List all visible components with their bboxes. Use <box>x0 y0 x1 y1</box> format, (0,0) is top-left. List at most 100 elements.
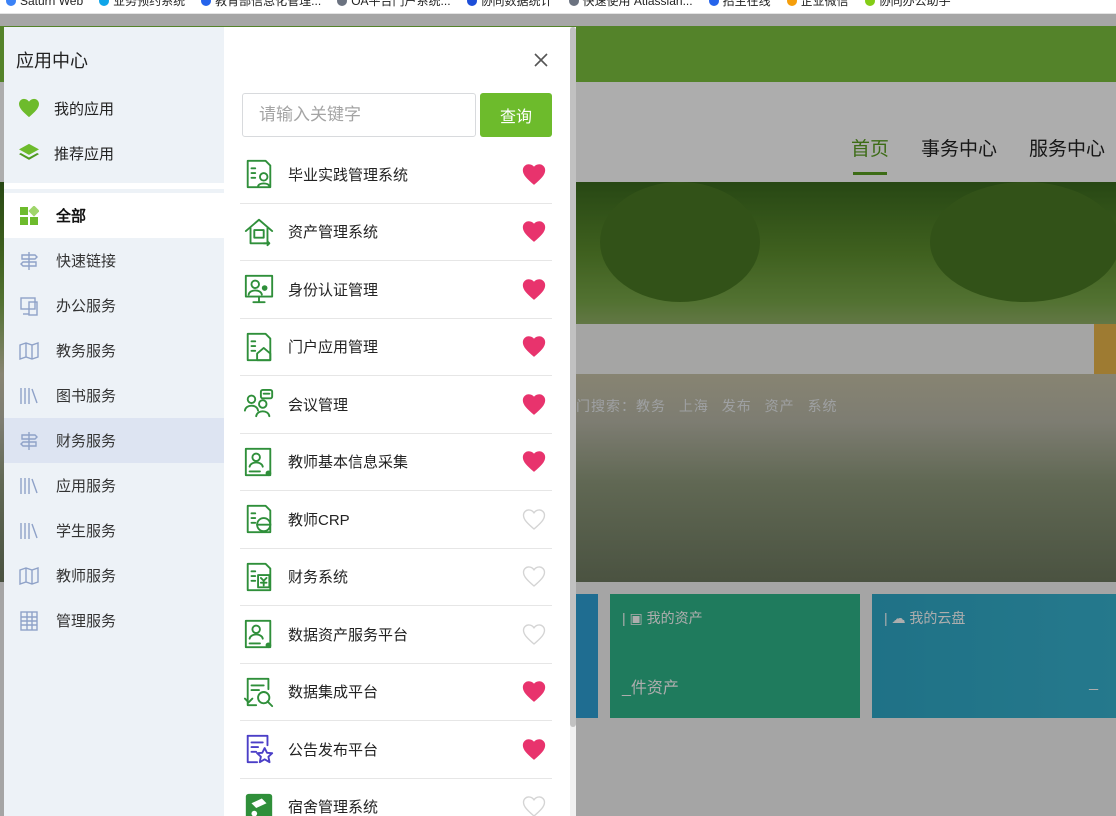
app-item[interactable]: 教师基本信息采集 <box>240 434 552 491</box>
heart-filled-icon[interactable] <box>520 736 548 762</box>
category-label: 财务服务 <box>56 433 117 450</box>
app-item[interactable]: 宿舍管理系统 <box>240 779 552 816</box>
app-item[interactable]: 门户应用管理 <box>240 319 552 376</box>
table-icon <box>18 610 40 632</box>
teacher-info-icon <box>242 445 276 479</box>
app-item[interactable]: 会议管理 <box>240 376 552 434</box>
bookmark-item[interactable]: Saturn Web <box>6 0 83 8</box>
category-label: 教务服务 <box>56 343 117 360</box>
heart-outline-icon[interactable] <box>520 506 548 532</box>
layers-icon <box>18 143 40 163</box>
www-doc-icon <box>242 502 276 536</box>
close-icon <box>533 52 549 73</box>
category-item[interactable]: 图书服务 <box>4 373 224 418</box>
bookmark-label: 协同办公助手 <box>878 0 951 8</box>
app-item[interactable]: 公告发布平台 <box>240 721 552 779</box>
books-icon <box>18 520 40 542</box>
category-item[interactable]: 财务服务 <box>4 418 224 463</box>
bookmark-item[interactable]: 快速使用 Atlassian... <box>568 0 693 9</box>
bookmark-item[interactable]: 协同数据统计 <box>466 0 553 9</box>
category-label: 快速链接 <box>56 253 117 270</box>
heart-filled-icon[interactable] <box>520 391 548 417</box>
app-name: 教师基本信息采集 <box>288 454 409 472</box>
app-name: 毕业实践管理系统 <box>288 166 409 184</box>
category-label: 教师服务 <box>56 568 117 585</box>
bookmark-item[interactable]: 业务预约系统 <box>99 0 185 9</box>
app-name: 门户应用管理 <box>288 339 379 357</box>
sidebar-item-my-apps[interactable]: 我的应用 <box>18 93 114 123</box>
app-item[interactable]: 资产管理系统 <box>240 204 552 261</box>
graduation-doc-icon <box>242 157 276 191</box>
category-item[interactable]: 全部 <box>4 193 224 238</box>
category-label: 应用服务 <box>56 478 117 495</box>
category-item[interactable]: 管理服务 <box>4 598 224 643</box>
books-icon <box>18 475 40 497</box>
category-item[interactable]: 学生服务 <box>4 508 224 553</box>
app-name: 财务系统 <box>288 569 349 587</box>
signpost-icon <box>18 250 40 272</box>
category-item[interactable]: 应用服务 <box>4 463 224 508</box>
heart-filled-icon[interactable] <box>520 334 548 360</box>
map-icon <box>18 565 40 587</box>
close-button[interactable] <box>530 51 552 73</box>
category-item[interactable]: 教师服务 <box>4 553 224 598</box>
portal-doc-icon <box>242 330 276 364</box>
heart-outline-icon[interactable] <box>520 794 548 816</box>
bookmark-item[interactable]: OA平台门户系统... <box>337 0 451 9</box>
category-list: 全部快速链接办公服务教务服务图书服务财务服务应用服务学生服务教师服务管理服务 <box>4 193 224 643</box>
grid-icon <box>18 205 40 227</box>
bookmark-label: 协同数据统计 <box>480 0 553 8</box>
category-item[interactable]: 办公服务 <box>4 283 224 328</box>
heart-outline-icon[interactable] <box>520 621 548 647</box>
heart-filled-icon[interactable] <box>520 161 548 187</box>
bookmark-item[interactable]: 企业微信 <box>786 0 849 9</box>
books-icon <box>18 385 40 407</box>
category-item[interactable]: 快速链接 <box>4 238 224 283</box>
bookmark-favicon-icon <box>786 0 797 6</box>
app-name: 数据资产服务平台 <box>288 626 409 644</box>
data-asset-icon <box>242 617 276 651</box>
search-button[interactable]: 查询 <box>480 93 552 137</box>
keyword-search-input[interactable] <box>242 93 476 137</box>
sidebar-item-label: 我的应用 <box>54 100 115 118</box>
heart-filled-icon[interactable] <box>520 449 548 475</box>
bookmark-favicon-icon <box>864 0 875 6</box>
bookmark-label: 业务预约系统 <box>113 0 186 8</box>
drawer-title: 应用中心 <box>16 51 88 71</box>
scrollbar-thumb[interactable] <box>570 27 576 727</box>
bookmark-favicon-icon <box>568 0 579 6</box>
app-item[interactable]: 数据集成平台 <box>240 664 552 721</box>
sidebar-item-label: 推荐应用 <box>54 145 115 163</box>
data-search-icon <box>242 675 276 709</box>
drawer-scrollbar[interactable] <box>570 27 576 816</box>
app-item[interactable]: 财务系统 <box>240 549 552 606</box>
heart-filled-icon[interactable] <box>520 679 548 705</box>
heart-filled-icon[interactable] <box>520 219 548 245</box>
app-name: 公告发布平台 <box>288 741 379 759</box>
app-list-panel: 查询 毕业实践管理系统资产管理系统身份认证管理门户应用管理会议管理教师基本信息采… <box>224 27 570 816</box>
heart-icon <box>18 98 40 118</box>
signpost-icon <box>18 430 40 452</box>
app-name: 数据集成平台 <box>288 684 379 702</box>
heart-outline-icon[interactable] <box>520 564 548 590</box>
heart-filled-icon[interactable] <box>520 276 548 302</box>
app-item[interactable]: 身份认证管理 <box>240 261 552 319</box>
sidebar-divider <box>4 183 224 189</box>
bookmark-item[interactable]: 协同办公助手 <box>864 0 951 9</box>
bookmark-item[interactable]: 招生在线 <box>708 0 771 9</box>
bookmark-favicon-icon <box>708 0 719 6</box>
category-label: 学生服务 <box>56 523 117 540</box>
bookmark-label: 快速使用 Atlassian... <box>582 0 693 8</box>
sidebar-item-recommended[interactable]: 推荐应用 <box>18 138 114 168</box>
app-item[interactable]: 毕业实践管理系统 <box>240 146 552 204</box>
app-item[interactable]: 教师CRP <box>240 491 552 549</box>
category-item[interactable]: 教务服务 <box>4 328 224 373</box>
app-name: 会议管理 <box>288 396 349 414</box>
finance-doc-icon <box>242 560 276 594</box>
category-label: 图书服务 <box>56 388 117 405</box>
dorm-icon <box>242 790 276 816</box>
bookmark-label: Saturn Web <box>20 0 84 8</box>
meeting-icon <box>242 387 276 421</box>
app-item[interactable]: 数据资产服务平台 <box>240 606 552 664</box>
bookmark-item[interactable]: 教育部信息化管理... <box>201 0 321 9</box>
